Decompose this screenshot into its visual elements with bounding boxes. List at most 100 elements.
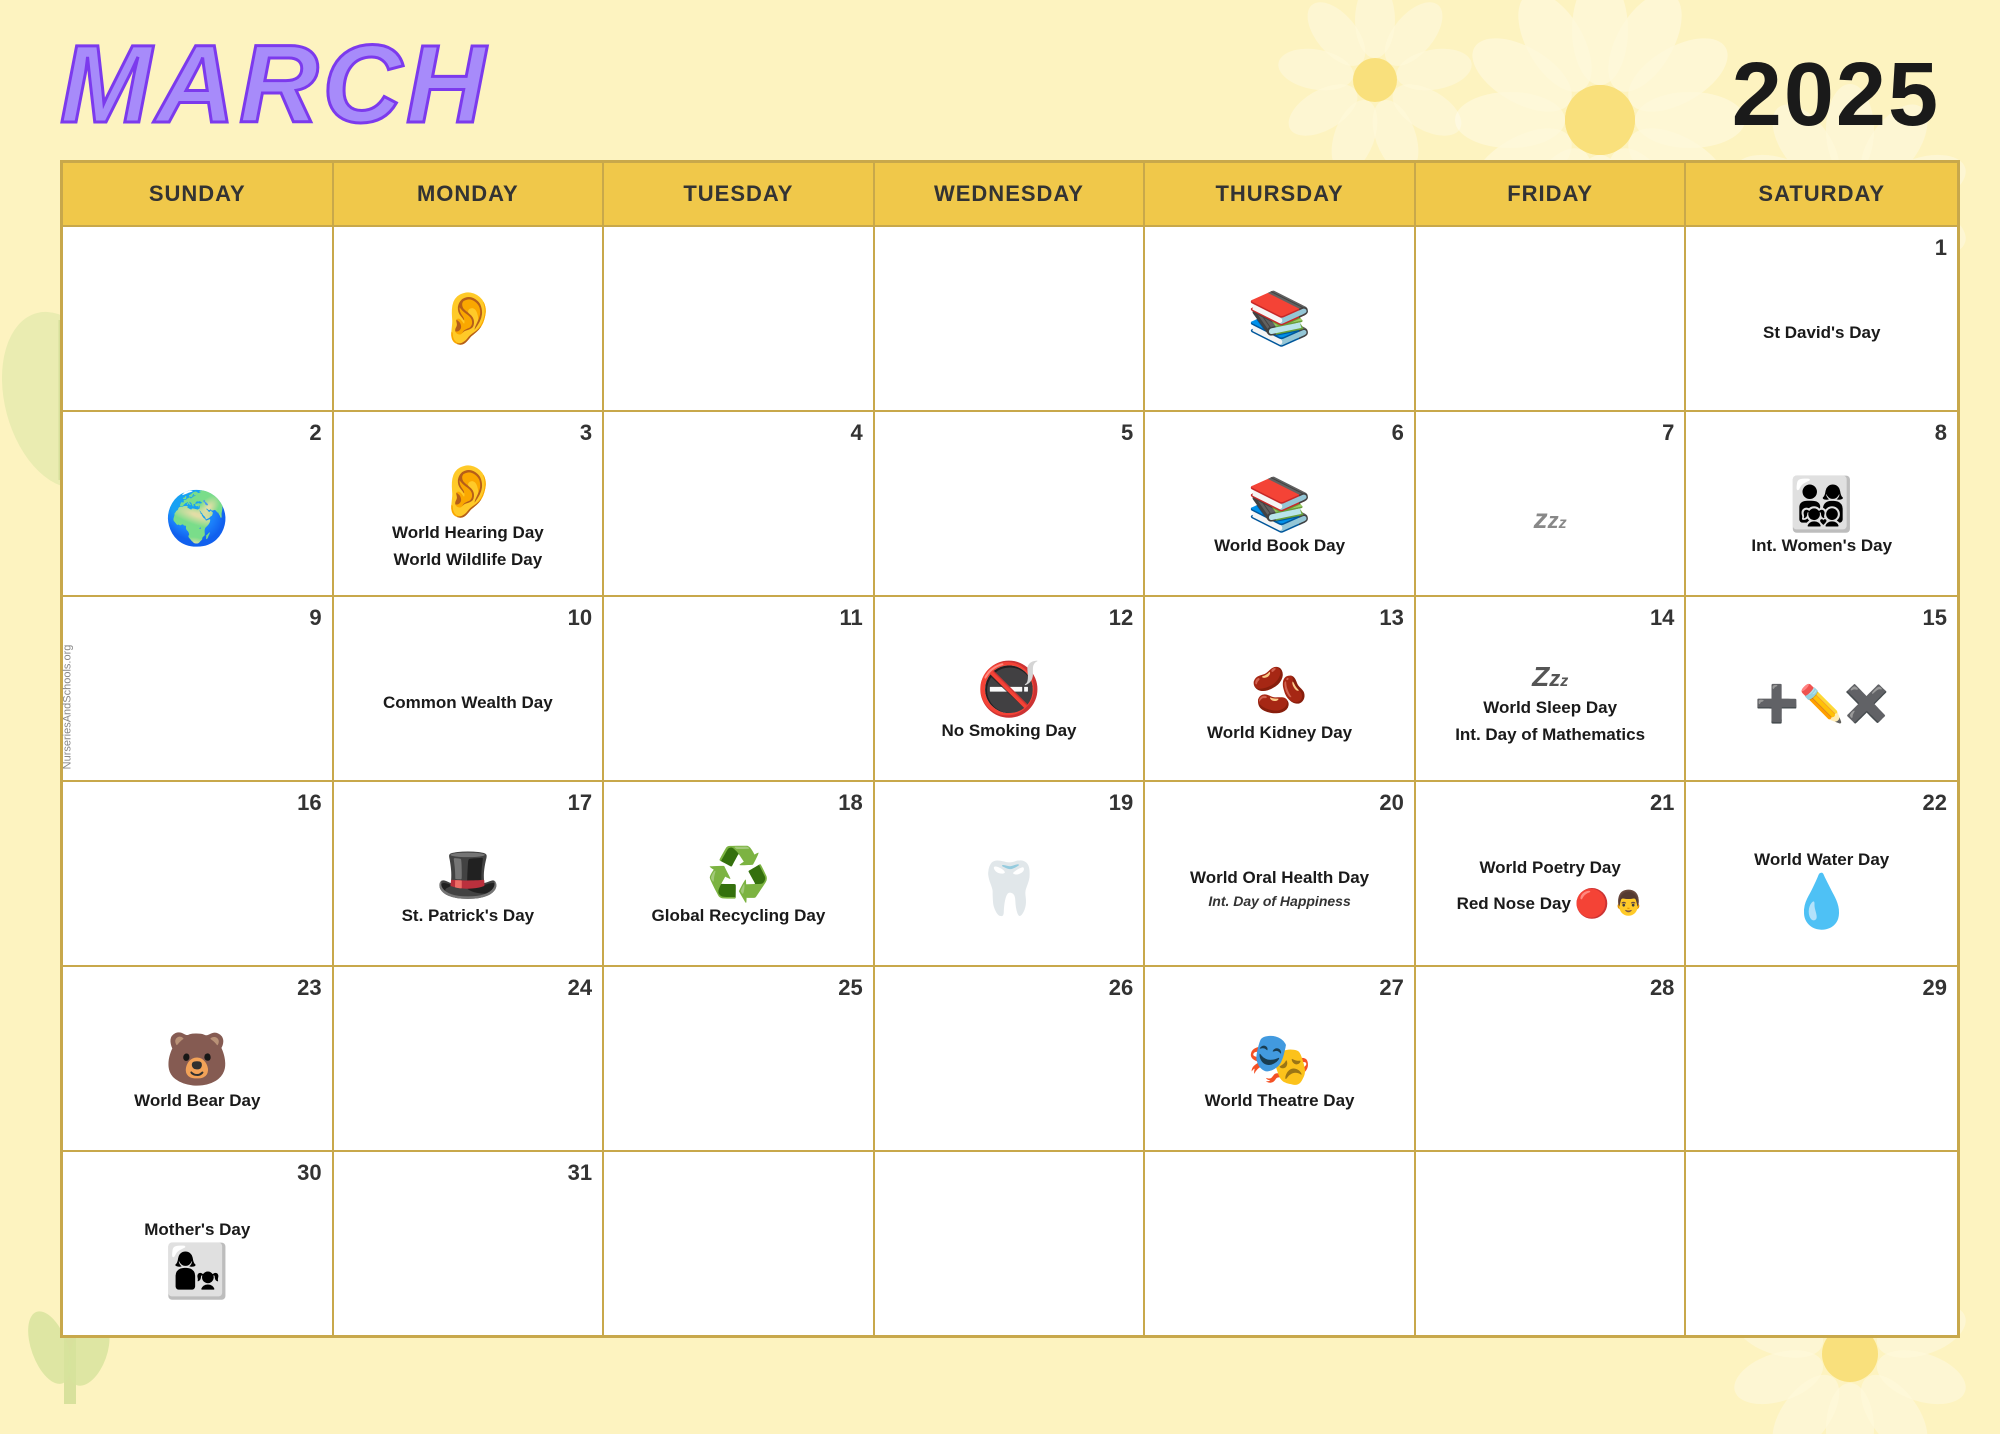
label-patrick: St. Patrick's Day (402, 905, 535, 927)
cell-5: 5 (875, 410, 1146, 595)
watermark: NurseriesAndSchools.org (61, 645, 73, 770)
cell-10: 10 Common Wealth Day (334, 595, 605, 780)
day-25: 25 (838, 975, 862, 1001)
cell-26: 26 (875, 965, 1146, 1150)
day-22: 22 (1923, 790, 1947, 816)
day-18: 18 (838, 790, 862, 816)
cell-empty-1 (63, 225, 334, 410)
header-wednesday: WEDNESDAY (875, 163, 1146, 225)
icon-theatre: 🎭 (1247, 1034, 1312, 1086)
cell-17: 17 🎩 St. Patrick's Day (334, 780, 605, 965)
calendar-body: 👂 📚 1 St David's Day 2 🌍 (63, 225, 1957, 1335)
cell-3: 3 👂 World Hearing Day World Wildlife Day (334, 410, 605, 595)
month-title: MARCH (60, 30, 489, 140)
label-hearing: World Hearing Day (392, 522, 544, 544)
day-23: 23 (297, 975, 321, 1001)
day-1: 1 (1935, 235, 1947, 261)
icon-water: 💧 (1789, 876, 1854, 928)
day-11: 11 (839, 605, 862, 631)
day-16: 16 (297, 790, 321, 816)
label-poetry: World Poetry Day (1479, 857, 1620, 879)
icon-mother: 👩‍👧 (165, 1246, 230, 1298)
label-water: World Water Day (1754, 849, 1889, 871)
label-theatre: World Theatre Day (1205, 1090, 1355, 1112)
label-happiness: Int. Day of Happiness (1208, 893, 1350, 910)
cell-empty-w6-5 (1145, 1150, 1416, 1335)
cell-28: 28 (1416, 965, 1687, 1150)
day-8: 8 (1935, 420, 1947, 446)
day-13: 13 (1379, 605, 1403, 631)
header-tuesday: TUESDAY (604, 163, 875, 225)
year-title: 2025 (1732, 30, 1940, 140)
cell-8: 8 👨‍👩‍👧‍👦 Int. Women's Day (1686, 410, 1957, 595)
day-12: 12 (1109, 605, 1133, 631)
label-maths: Int. Day of Mathematics (1455, 724, 1645, 746)
cell-empty-w6-3 (604, 1150, 875, 1335)
day-14: 14 (1650, 605, 1674, 631)
day-30: 30 (297, 1160, 321, 1186)
cell-empty-6 (1416, 225, 1687, 410)
label-kidney: World Kidney Day (1207, 722, 1352, 744)
header-saturday: SATURDAY (1686, 163, 1957, 225)
label-sleep: World Sleep Day (1483, 697, 1617, 719)
icon-kidney: 🫘 (1251, 663, 1308, 718)
cell-15: 15 ➕✏️✖️ (1686, 595, 1957, 780)
cell-empty-w6-7 (1686, 1150, 1957, 1335)
day-21: 21 (1650, 790, 1674, 816)
cell-empty-w6-6 (1416, 1150, 1687, 1335)
day-19: 19 (1109, 790, 1133, 816)
day-9: 9 (309, 605, 321, 631)
label-mothers: Mother's Day (144, 1219, 250, 1241)
icon-recycle: ♻️ (706, 849, 771, 901)
day-7: 7 (1662, 420, 1674, 446)
cell-13: 13 🫘 World Kidney Day (1145, 595, 1416, 780)
day-27: 27 (1379, 975, 1403, 1001)
day-28: 28 (1650, 975, 1674, 1001)
cell-empty-w6-4 (875, 1150, 1146, 1335)
cell-19: 19 🦷 (875, 780, 1146, 965)
day-6: 6 (1392, 420, 1404, 446)
label-commonwealth: Common Wealth Day (383, 692, 553, 714)
cell-empty-4 (875, 225, 1146, 410)
label-no-smoking: No Smoking Day (941, 720, 1076, 742)
cell-6: 6 📚 World Book Day (1145, 410, 1416, 595)
cell-1: 1 St David's Day (1686, 225, 1957, 410)
cell-empty-2: 👂 (334, 225, 605, 410)
label-wildlife: World Wildlife Day (393, 549, 542, 571)
icon-bear: 🐻 (165, 1034, 230, 1086)
cell-14: 14 Zzz World Sleep Day Int. Day of Mathe… (1416, 595, 1687, 780)
icon-books-pre: 📚 (1247, 293, 1312, 345)
icon-tooth: 🦷 (977, 863, 1042, 915)
day-10: 10 (568, 605, 592, 631)
icon-hearing: 👂 (435, 293, 500, 345)
icon-sleep: Zzz (1532, 661, 1568, 693)
cell-24: 24 (334, 965, 605, 1150)
day-24: 24 (568, 975, 592, 1001)
cell-12: 12 🚭 No Smoking Day (875, 595, 1146, 780)
calendar-header: SUNDAY MONDAY TUESDAY WEDNESDAY THURSDAY… (63, 163, 1957, 225)
cell-31: 31 (334, 1150, 605, 1335)
cell-29: 29 (1686, 965, 1957, 1150)
header-friday: FRIDAY (1416, 163, 1687, 225)
icon-books: 📚 (1247, 479, 1312, 531)
day-26: 26 (1109, 975, 1133, 1001)
day-5: 5 (1121, 420, 1133, 446)
label-bear: World Bear Day (134, 1090, 260, 1112)
icon-mustache: 👨 (1614, 889, 1644, 918)
icon-rednose: 🔴 (1575, 887, 1610, 920)
cell-22: 22 World Water Day 💧 (1686, 780, 1957, 965)
header-sunday: SUNDAY (63, 163, 334, 225)
cell-9: 9 (63, 595, 334, 780)
label-recycling: Global Recycling Day (652, 905, 826, 927)
icon-earth: 🌍 (165, 493, 230, 545)
cell-11: 11 (604, 595, 875, 780)
red-nose-row: Red Nose Day 🔴 👨 (1457, 887, 1644, 920)
header: MARCH 2025 (0, 0, 2000, 150)
day-31: 31 (568, 1160, 592, 1186)
icon-shamrock-hat: 🎩 (435, 849, 500, 901)
cell-2: 2 🌍 (63, 410, 334, 595)
day-17: 17 (568, 790, 592, 816)
cell-27: 27 🎭 World Theatre Day (1145, 965, 1416, 1150)
icon-women: 👨‍👩‍👧‍👦 (1789, 479, 1854, 531)
day-20: 20 (1379, 790, 1403, 816)
